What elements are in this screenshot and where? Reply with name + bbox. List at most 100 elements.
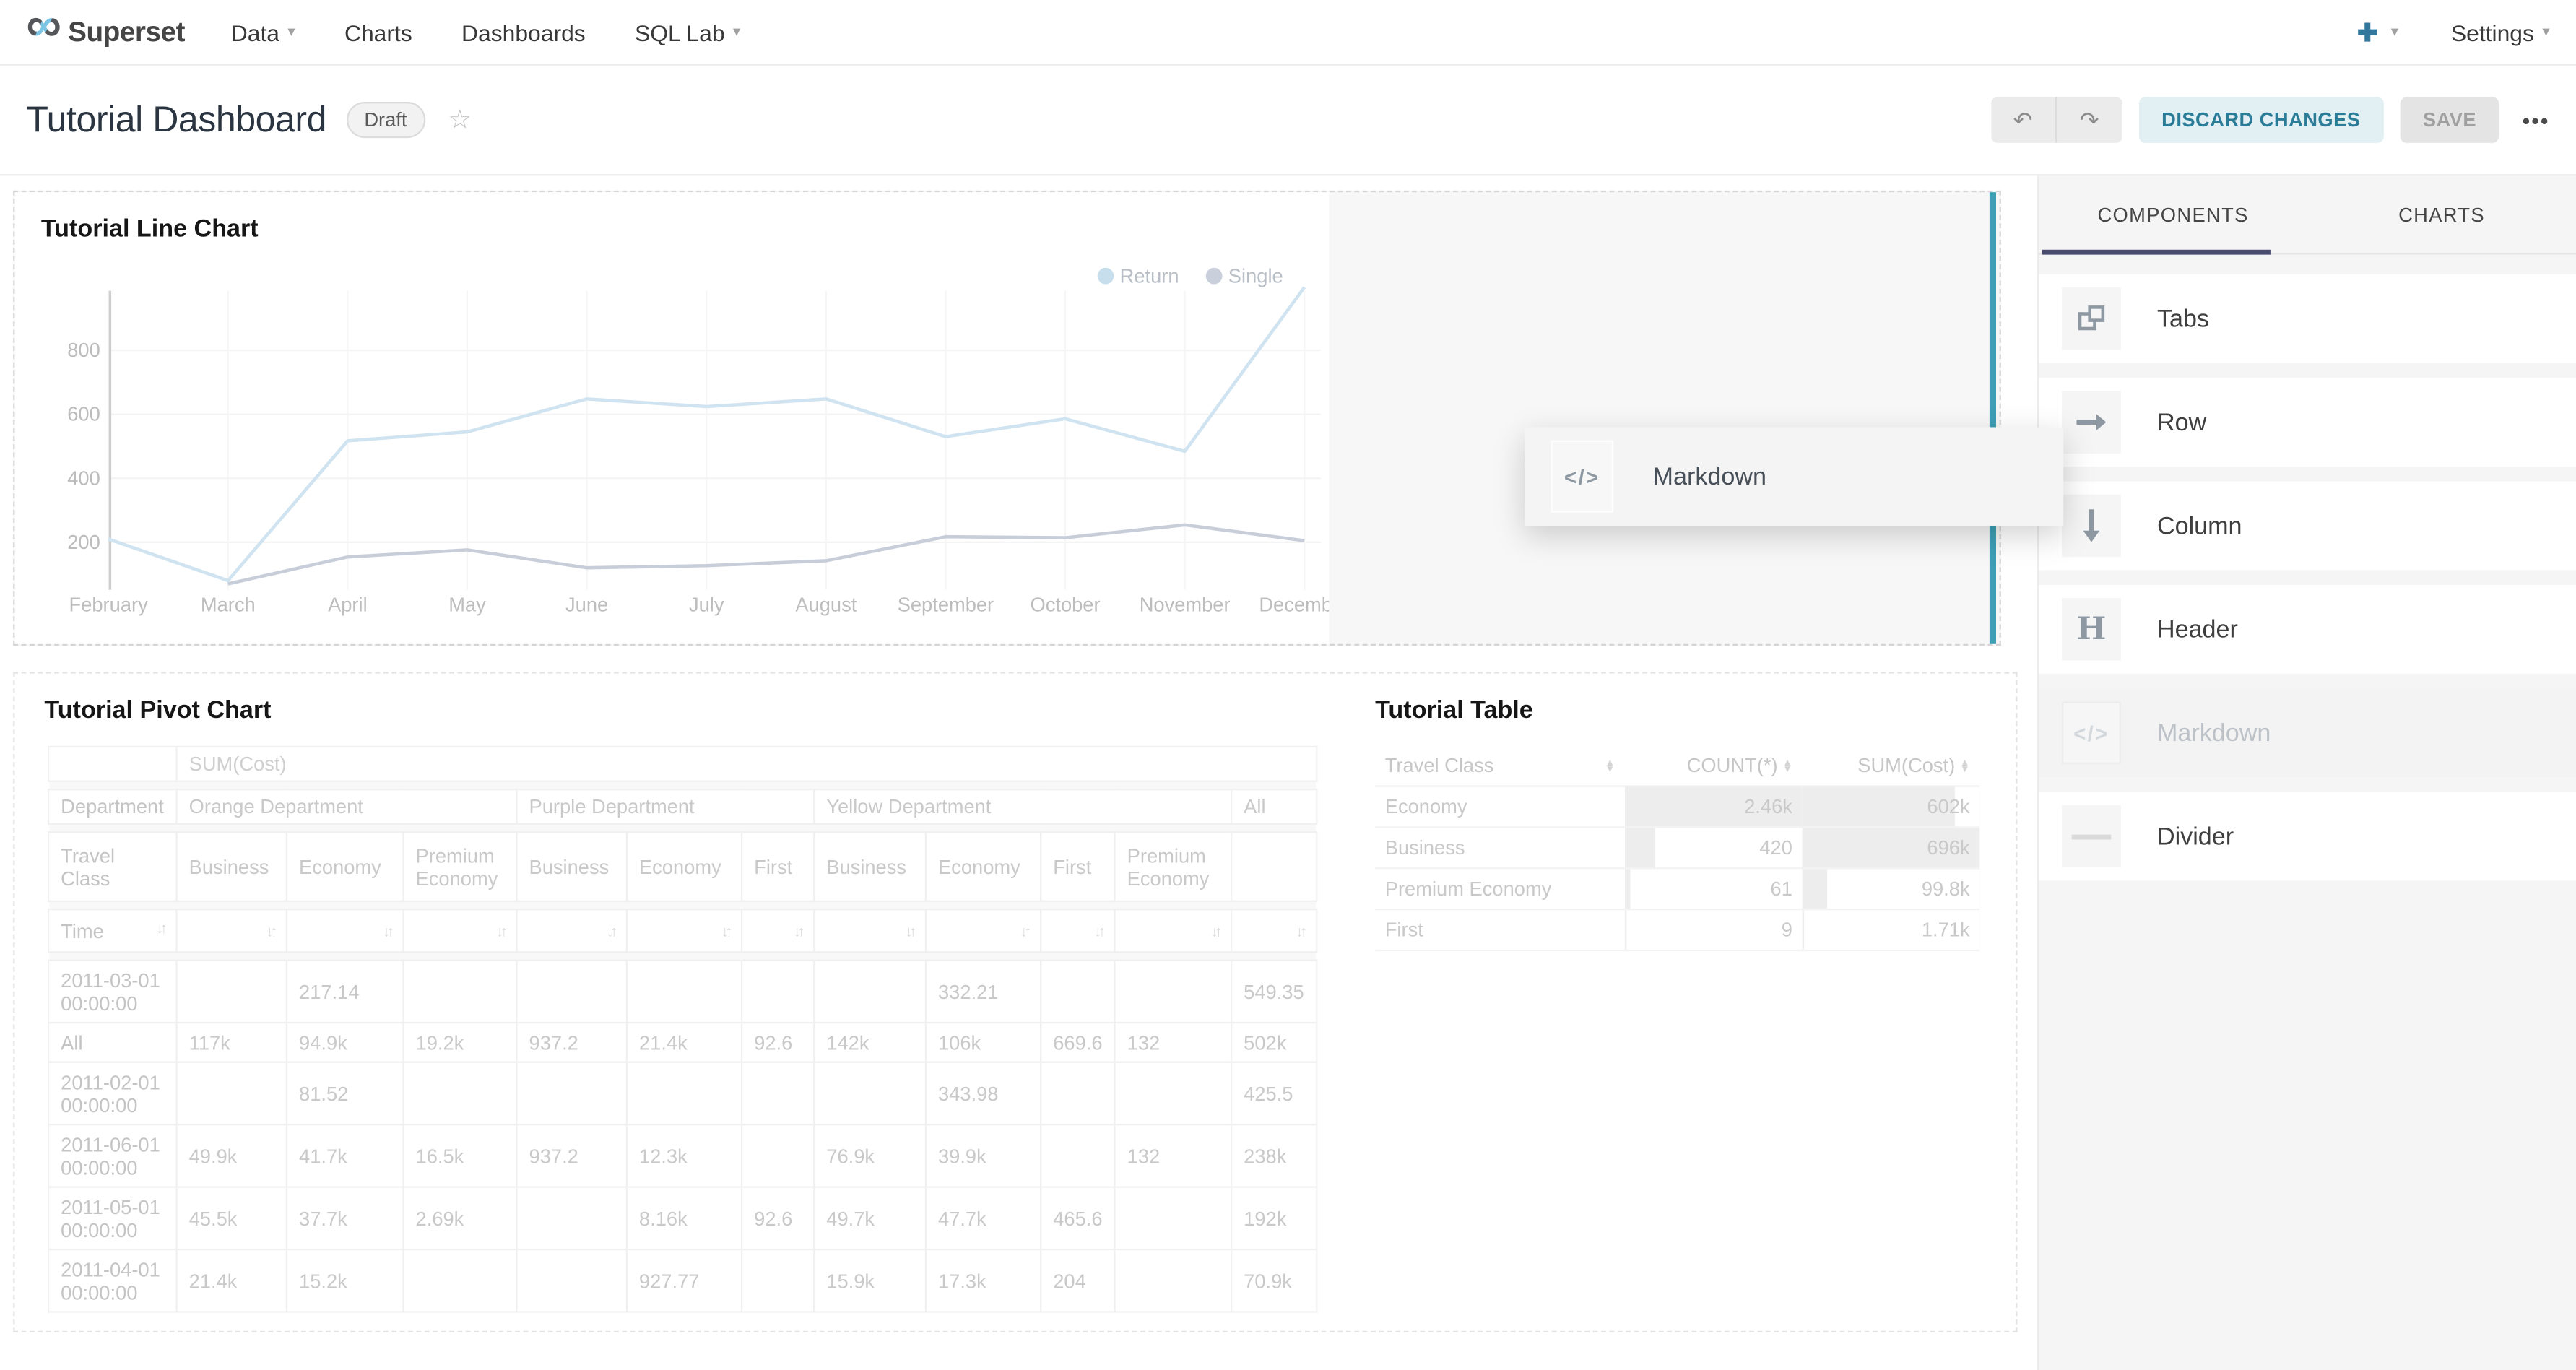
tab-charts[interactable]: CHARTS xyxy=(2307,175,2576,253)
pivot-table: SUM(Cost) DepartmentOrange DepartmentPurp… xyxy=(48,746,1317,1313)
sort-icon[interactable]: ↓↑ xyxy=(721,922,729,939)
sort-icon[interactable]: ↓↑ xyxy=(1296,922,1304,939)
component-item-label: Header xyxy=(2157,615,2238,643)
data-table: Travel Class▲▼COUNT(*)▲▼SUM(Cost)▲▼Econo… xyxy=(1375,746,1979,951)
sort-icon[interactable]: ↓↑ xyxy=(606,922,614,939)
nav-item-charts[interactable]: Charts xyxy=(344,19,412,45)
sort-icon[interactable]: ↓↑ xyxy=(1094,922,1102,939)
sort-icon[interactable]: ▲▼ xyxy=(1782,760,1792,773)
pivot-chart-card[interactable]: Tutorial Pivot Chart SUM(Cost) Department… xyxy=(18,674,1329,1331)
component-item-label: Tabs xyxy=(2157,305,2209,333)
discard-changes-button[interactable]: DISCARD CHANGES xyxy=(2138,97,2383,143)
sort-icon[interactable]: ↓↑ xyxy=(1020,922,1028,939)
undo-button[interactable]: ↶ xyxy=(1991,97,2057,143)
svg-text:June: June xyxy=(565,593,608,615)
dashboard-content: Tutorial Line Chart ReturnSingle 2004006… xyxy=(0,174,2576,1369)
component-item-row[interactable]: Row xyxy=(2039,378,2576,467)
table-chart-card[interactable]: Tutorial Table Travel Class▲▼COUNT(*)▲▼S… xyxy=(1349,674,2003,1331)
svg-text:February: February xyxy=(69,593,149,615)
table-header-row: Travel Class▲▼COUNT(*)▲▼SUM(Cost)▲▼ xyxy=(1375,746,1979,786)
drop-indicator xyxy=(1990,192,1996,644)
favorite-star-icon[interactable]: ☆ xyxy=(448,103,472,136)
pivot-department-row: DepartmentOrange DepartmentPurple Depart… xyxy=(48,789,1317,824)
nav-item-dashboards[interactable]: Dashboards xyxy=(461,19,586,45)
dashboard-title-bar: Tutorial Dashboard Draft ☆ ↶ ↷ DISCARD C… xyxy=(0,66,2576,174)
dashboard-row-2-dropzone[interactable]: Tutorial Pivot Chart SUM(Cost) Department… xyxy=(13,672,2017,1332)
svg-text:November: November xyxy=(1140,593,1231,615)
pivot-data-row: 2011-02-01 00:00:0081.52343.98425.5 xyxy=(48,1062,1317,1124)
settings-menu[interactable]: Settings ▾ xyxy=(2451,19,2550,45)
component-item-tabs[interactable]: Tabs xyxy=(2039,274,2576,363)
component-item-header[interactable]: H Header xyxy=(2039,585,2576,674)
pivot-data-row: All117k94.9k19.2k937.221.4k92.6142k106k6… xyxy=(48,1023,1317,1062)
table-row: First91.71k xyxy=(1375,909,1979,950)
superset-logo-icon[interactable]: ∞ xyxy=(26,10,61,43)
sort-icon[interactable]: ↓↑ xyxy=(266,922,274,939)
component-item-label: Markdown xyxy=(2157,719,2271,747)
column-icon xyxy=(2062,495,2121,557)
edit-actions: ↶ ↷ DISCARD CHANGES SAVE ••• xyxy=(1991,97,2550,143)
draft-badge: Draft xyxy=(346,102,425,138)
component-list: Tabs Row Column H Header </> Markdown Divider xyxy=(2039,255,2576,881)
active-tab-underline xyxy=(2042,250,2271,255)
sort-icon[interactable]: ↓↑ xyxy=(156,919,164,936)
sort-icon[interactable]: ▲▼ xyxy=(1960,760,1970,773)
markdown-icon: </> xyxy=(2062,701,2121,763)
dashboard-row-1-dropzone[interactable]: Tutorial Line Chart ReturnSingle 2004006… xyxy=(13,191,2001,646)
save-button[interactable]: SAVE xyxy=(2400,97,2499,143)
table-row: Business420696k xyxy=(1375,827,1979,868)
brand-name[interactable]: Superset xyxy=(68,16,185,48)
pivot-data-row: 2011-05-01 00:00:0045.5k37.7k2.69k8.16k9… xyxy=(48,1187,1317,1249)
nav-item-sql-lab[interactable]: SQL Lab▾ xyxy=(635,19,740,45)
sort-icon[interactable]: ↓↑ xyxy=(1211,922,1219,939)
sort-icon[interactable]: ↓↑ xyxy=(496,922,504,939)
component-item-markdown[interactable]: </> Markdown xyxy=(2039,688,2576,777)
tab-components[interactable]: COMPONENTS xyxy=(2039,175,2307,253)
component-item-divider[interactable]: Divider xyxy=(2039,792,2576,881)
row-icon xyxy=(2062,391,2121,453)
chevron-down-icon[interactable]: ▾ xyxy=(2391,23,2398,41)
superset-app: ∞ Superset Data▾ Charts Dashboards SQL Lab▾… xyxy=(0,0,2576,1369)
pivot-data-row: 2011-06-01 00:00:0049.9k41.7k16.5k937.21… xyxy=(48,1124,1317,1187)
chevron-down-icon: ▾ xyxy=(733,23,740,41)
sort-icon[interactable]: ↓↑ xyxy=(905,922,913,939)
new-item-button[interactable]: ✚ xyxy=(2357,17,2378,47)
chevron-down-icon: ▾ xyxy=(287,23,295,41)
table-row: Premium Economy6199.8k xyxy=(1375,868,1979,909)
component-item-label: Divider xyxy=(2157,823,2234,851)
component-item-column[interactable]: Column xyxy=(2039,482,2576,571)
pivot-class-row: Travel ClassBusinessEconomyPremium Econo… xyxy=(48,832,1317,901)
svg-text:400: 400 xyxy=(67,467,100,489)
chart-title: Tutorial Table xyxy=(1375,697,1533,725)
dragged-item-label: Markdown xyxy=(1653,462,1766,490)
line-chart-card[interactable]: Tutorial Line Chart ReturnSingle 2004006… xyxy=(14,192,1329,644)
svg-text:December: December xyxy=(1259,593,1329,615)
svg-text:April: April xyxy=(328,593,368,615)
header-icon: H xyxy=(2062,598,2121,660)
line-chart: 200400600800FebruaryMarchAprilMayJuneJul… xyxy=(14,277,1329,643)
svg-text:800: 800 xyxy=(67,339,100,361)
chart-title: Tutorial Line Chart xyxy=(41,215,259,243)
chart-title: Tutorial Pivot Chart xyxy=(44,697,271,725)
pivot-metric-row: SUM(Cost) xyxy=(48,747,1317,781)
redo-button[interactable]: ↷ xyxy=(2057,97,2122,143)
chevron-down-icon: ▾ xyxy=(2542,23,2549,41)
svg-text:May: May xyxy=(448,593,486,615)
dragged-markdown-card[interactable]: </> Markdown xyxy=(1525,427,2063,525)
sort-icon[interactable]: ▲▼ xyxy=(1605,760,1616,773)
pivot-time-row: Time↓↑↓↑↓↑↓↑↓↑↓↑↓↑↓↑↓↑↓↑↓↑↓↑ xyxy=(48,909,1317,952)
table-row: Economy2.46k602k xyxy=(1375,786,1979,828)
divider-icon xyxy=(2062,805,2121,867)
nav-item-data[interactable]: Data▾ xyxy=(231,19,295,45)
component-item-label: Row xyxy=(2157,408,2206,436)
sort-icon[interactable]: ↓↑ xyxy=(383,922,391,939)
page-title[interactable]: Tutorial Dashboard xyxy=(26,98,326,141)
builder-tabs: COMPONENTS CHARTS xyxy=(2039,175,2576,254)
dashboard-canvas: Tutorial Line Chart ReturnSingle 2004006… xyxy=(0,175,2037,1370)
sort-icon[interactable]: ↓↑ xyxy=(794,922,802,939)
more-options-button[interactable]: ••• xyxy=(2523,108,2550,132)
undo-redo-group: ↶ ↷ xyxy=(1991,97,2122,143)
svg-text:600: 600 xyxy=(67,403,100,425)
svg-text:August: August xyxy=(795,593,857,615)
nav-right: ✚ ▾ Settings ▾ xyxy=(2357,17,2550,47)
